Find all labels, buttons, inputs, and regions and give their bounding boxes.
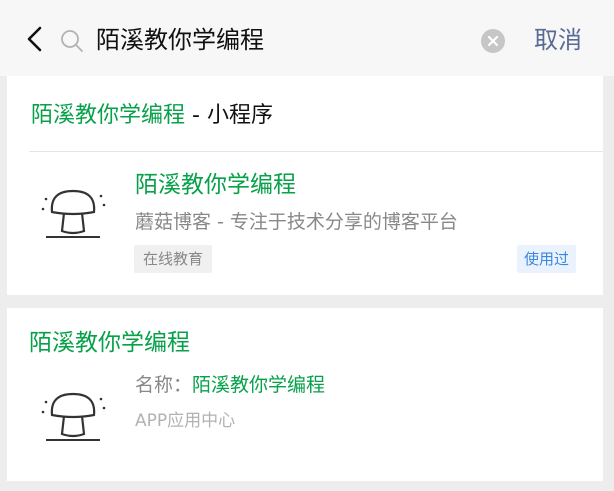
category-tag: 在线教育 [134,245,213,273]
app-name-label: 名称： [135,374,193,396]
divider [29,151,603,152]
app-section[interactable]: 陌溪教你学编程 名称：陌溪教你学编程 APP应用中心 [7,308,603,481]
miniprogram-description: 蘑菇博客 - 专注于技术分享的博客平台 [135,211,458,233]
clear-icon[interactable] [481,29,505,53]
app-name-line: 名称：陌溪教你学编程 [135,370,325,400]
search-input[interactable]: 陌溪教你学编程 [96,22,264,58]
miniprogram-name: 陌溪教你学编程 [135,172,296,198]
section-suffix: - 小程序 [185,103,273,128]
cancel-button[interactable]: 取消 [534,22,582,58]
miniprogram-section: 陌溪教你学编程 - 小程序 陌溪教你学编程 蘑菇博客 - 专注于技术分享的博客平… [7,76,603,295]
used-badge: 使用过 [517,245,577,273]
back-arrow-icon[interactable] [24,26,46,52]
search-icon [61,30,83,52]
section-keyword: 陌溪教你学编程 [31,103,186,128]
app-name-value: 陌溪教你学编程 [192,374,326,396]
mushroom-logo-icon [41,189,106,238]
mushroom-logo-icon [41,392,106,441]
app-category: APP应用中心 [135,411,236,431]
app-section-title: 陌溪教你学编程 [29,330,190,356]
miniprogram-section-title: 陌溪教你学编程 - 小程序 [31,100,273,132]
search-bar: 陌溪教你学编程 取消 [0,0,614,76]
